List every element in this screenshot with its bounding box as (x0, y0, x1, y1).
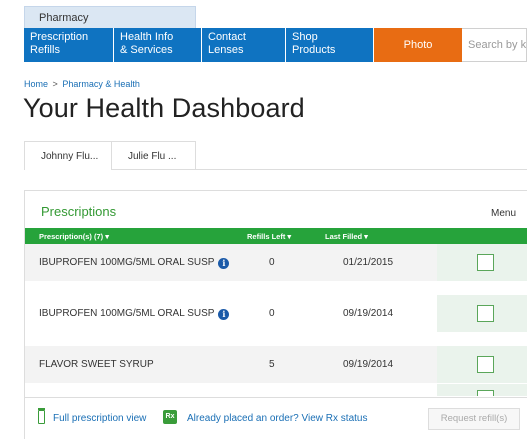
column-header-prescriptions[interactable]: Prescription(s) (7) ▾ (39, 232, 109, 241)
nav-photo[interactable]: Photo (374, 28, 462, 62)
prescription-name[interactable]: IBUPROFEN 100MG/5ML ORAL SUSP i (39, 257, 230, 269)
nav-item-label: Prescription (30, 31, 89, 43)
breadcrumb-separator: > (52, 79, 58, 89)
nav-item-label: Refills (30, 44, 60, 56)
person-tabs: Johnny Flu... Julie Flu ... (24, 141, 196, 170)
info-icon[interactable]: i (218, 309, 230, 320)
nav-item-label: Photo (403, 38, 433, 51)
tab-divider (112, 169, 527, 170)
rx-status-icon: Rx (163, 410, 177, 424)
full-prescription-view-link[interactable]: Full prescription view (53, 413, 146, 424)
select-cell (437, 244, 527, 281)
menu-button[interactable]: Menu (491, 208, 516, 219)
table-row: IBUPROFEN 100MG/5ML ORAL SUSP i 0 01/21/2… (25, 244, 527, 281)
search-input[interactable] (468, 39, 526, 51)
page-title: Your Health Dashboard (23, 93, 305, 123)
nav-item-label: & Services (120, 44, 173, 56)
prescription-name-text: IBUPROFEN 100MG/5ML ORAL SUSP (39, 257, 215, 268)
request-refill-button[interactable]: Request refill(s) (428, 408, 520, 430)
select-cell (437, 295, 527, 332)
column-header-last-filled[interactable]: Last Filled ▾ (325, 232, 368, 241)
table-row: IBUPROFEN 100MG/5ML ORAL SUSP i 0 09/19/2… (25, 295, 527, 332)
last-filled-date: 01/21/2015 (343, 257, 394, 268)
prescription-name[interactable]: FLAVOR SWEET SYRUP (39, 359, 154, 370)
nav-health-info[interactable]: Health Info & Services (114, 28, 202, 62)
last-filled-date: 09/19/2014 (343, 308, 394, 319)
main-nav: Prescription Refills Health Info & Servi… (24, 28, 527, 62)
nav-item-label: Lenses (208, 44, 244, 56)
select-cell (437, 384, 527, 396)
refills-left: 5 (269, 359, 275, 370)
last-filled-date: 09/19/2014 (343, 359, 394, 370)
tab-julie[interactable]: Julie Flu ... (112, 141, 196, 170)
tab-johnny[interactable]: Johnny Flu... (24, 141, 112, 170)
breadcrumb-current-link[interactable]: Pharmacy & Health (62, 79, 140, 89)
prescriptions-panel: Prescriptions Menu Prescription(s) (7) ▾… (24, 190, 527, 439)
table-header: Prescription(s) (7) ▾ Refills Left ▾ Las… (25, 228, 527, 244)
prescription-name[interactable]: IBUPROFEN 100MG/5ML ORAL SUSP i (39, 308, 230, 320)
table-row (25, 384, 527, 396)
search-box (462, 28, 527, 62)
nav-item-label: Shop (292, 31, 318, 43)
nav-item-label: Products (292, 44, 336, 56)
panel-footer: Full prescription view Rx Already placed… (25, 397, 527, 439)
breadcrumb: Home > Pharmacy & Health (24, 79, 140, 89)
nav-item-label: Contact (208, 31, 246, 43)
panel-title: Prescriptions (41, 204, 117, 219)
column-header-refills-left[interactable]: Refills Left ▾ (247, 232, 291, 241)
breadcrumb-home-link[interactable]: Home (24, 79, 48, 89)
pharmacy-tab[interactable]: Pharmacy (24, 6, 196, 28)
refills-left: 0 (269, 257, 275, 268)
document-icon (37, 408, 45, 424)
prescription-name-text: IBUPROFEN 100MG/5ML ORAL SUSP (39, 308, 215, 319)
refill-checkbox[interactable] (477, 305, 494, 322)
view-rx-status-link[interactable]: Already placed an order? View Rx status (187, 413, 367, 424)
table-row: FLAVOR SWEET SYRUP 5 09/19/2014 (25, 346, 527, 383)
nav-contact-lenses[interactable]: Contact Lenses (202, 28, 286, 62)
refills-left: 0 (269, 308, 275, 319)
refill-checkbox[interactable] (477, 254, 494, 271)
nav-item-label: Health Info (120, 31, 174, 43)
refill-checkbox[interactable] (477, 356, 494, 373)
panel-header: Prescriptions Menu (25, 191, 527, 228)
nav-prescription-refills[interactable]: Prescription Refills (24, 28, 114, 62)
select-cell (437, 346, 527, 383)
info-icon[interactable]: i (218, 258, 230, 269)
nav-shop-products[interactable]: Shop Products (286, 28, 374, 62)
refill-checkbox[interactable] (477, 390, 494, 396)
